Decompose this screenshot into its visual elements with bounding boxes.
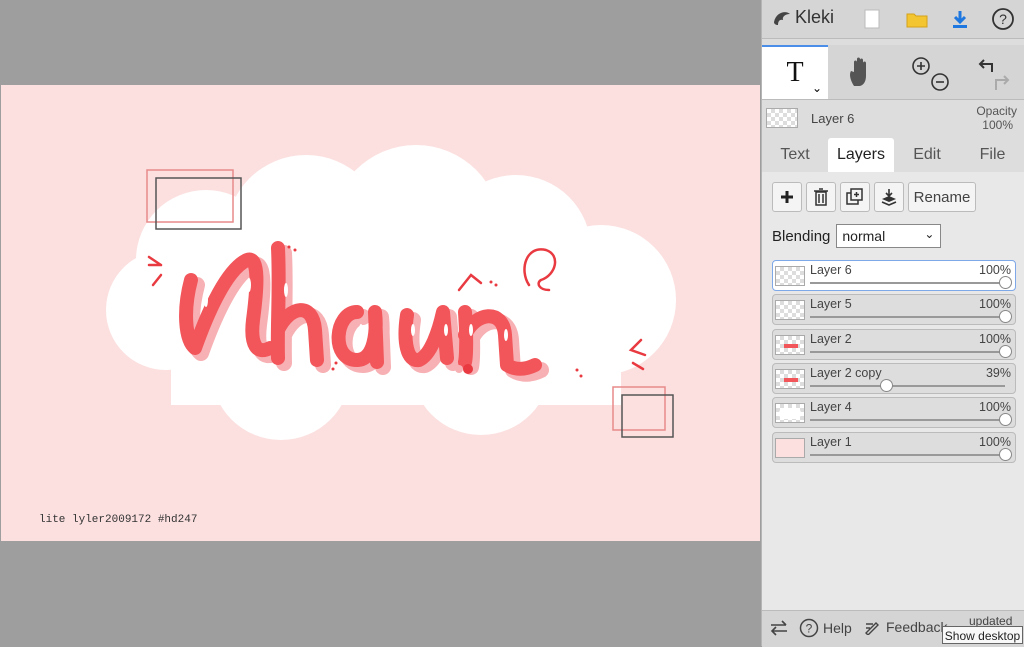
tab-text[interactable]: Text (762, 138, 828, 172)
help-icon[interactable]: ? (990, 6, 1016, 32)
open-folder-icon[interactable] (904, 6, 930, 32)
canvas-workspace[interactable]: lite lyler2009172 #hd247 (0, 0, 761, 646)
layer-thumbnail (775, 403, 805, 424)
kleki-logo[interactable]: Kleki (772, 7, 834, 28)
tab-edit[interactable]: Edit (894, 138, 960, 172)
undo-redo-icon (978, 59, 1009, 90)
blending-value: normal (842, 228, 886, 244)
chevron-down-icon: ⌄ (811, 81, 822, 95)
undo-redo-tools[interactable] (960, 45, 1024, 99)
opacity-value: 100% (982, 118, 1013, 132)
layer-opacity: 39% (985, 365, 1011, 380)
opacity-label: Opacity (976, 104, 1017, 118)
layer-name: Layer 6 (810, 263, 852, 277)
layer-opacity: 100% (979, 400, 1011, 415)
svg-text:?: ? (806, 622, 813, 636)
svg-text:?: ? (999, 11, 1007, 27)
duplicate-icon (846, 188, 863, 205)
layer-thumbnail (775, 368, 805, 389)
opacity-slider-track[interactable] (810, 316, 1005, 319)
layer-name: Layer 2 copy (810, 365, 882, 380)
opacity-slider-track[interactable] (810, 350, 1005, 353)
opacity-slider-track[interactable] (810, 453, 1005, 456)
opacity-slider-handle[interactable] (999, 344, 1012, 358)
add-layer-button[interactable] (772, 182, 802, 212)
layer-opacity: 100% (979, 263, 1011, 277)
feedback-icon (865, 622, 879, 635)
layer-name: Layer 4 (810, 400, 852, 415)
zoom-tools[interactable] (894, 45, 960, 99)
layer-row[interactable]: Layer 5 100% (772, 294, 1016, 326)
layer-thumbnail (775, 300, 805, 321)
layer-opacity: 100% (979, 331, 1011, 346)
layer-thumbnail (775, 334, 805, 355)
app-name: Kleki (795, 7, 835, 27)
blending-control: Blending normal ⌄ (772, 224, 942, 248)
opacity-slider-track[interactable] (810, 282, 1005, 284)
opacity-slider-handle[interactable] (999, 413, 1012, 427)
merge-down-icon (881, 189, 897, 206)
swap-sides-icon[interactable] (768, 619, 790, 640)
layer-row[interactable]: Layer 2 100% (772, 328, 1016, 360)
opacity-slider-handle[interactable] (999, 447, 1012, 461)
tab-file[interactable]: File (960, 138, 1024, 172)
layers-panel: Rename Blending normal ⌄ Layer 6 100% Laye… (762, 172, 1024, 610)
zoom-in-out-icon (912, 57, 949, 91)
layer-name: Layer 5 (810, 297, 852, 312)
current-layer-info: Layer 6 Opacity 100% (762, 102, 1024, 134)
layer-row[interactable]: Layer 4 100% (772, 397, 1016, 429)
sidebar: Kleki ? T ⌄ Layer 6 Opacity 100% Text La… (761, 0, 1024, 647)
help-circle-icon: ? (799, 618, 819, 638)
hand-icon (850, 57, 866, 86)
text-tool-glyph: T (786, 57, 804, 88)
download-icon[interactable] (947, 6, 973, 32)
duplicate-layer-button[interactable] (840, 182, 870, 212)
delete-layer-button[interactable] (806, 182, 836, 212)
layer-thumbnail (775, 437, 805, 458)
artwork: lite lyler2009172 #hd247 (39, 145, 676, 526)
blending-label: Blending (772, 227, 831, 245)
top-bar: Kleki ? (762, 0, 1024, 39)
current-layer-name: Layer 6 (811, 111, 855, 126)
current-layer-thumbnail (766, 108, 798, 128)
show-desktop-tooltip: Show desktop (942, 626, 1023, 644)
tab-layers[interactable]: Layers (828, 138, 894, 172)
new-file-icon[interactable] (859, 6, 885, 32)
drawing-canvas[interactable]: lite lyler2009172 #hd247 (1, 85, 760, 541)
help-button[interactable]: ? Help (799, 618, 852, 638)
opacity-slider-handle[interactable] (999, 276, 1012, 289)
layer-opacity: 100% (979, 297, 1011, 312)
layer-row[interactable]: Layer 2 copy 39% (772, 362, 1016, 394)
layer-row[interactable]: Layer 6 100% (772, 260, 1016, 291)
merge-down-button[interactable] (874, 182, 904, 212)
feedback-button[interactable]: Feedback (864, 619, 947, 635)
hand-tool[interactable] (828, 45, 894, 99)
opacity-slider-handle[interactable] (999, 310, 1012, 324)
trash-icon (814, 188, 828, 206)
plus-icon (781, 191, 793, 203)
layer-thumbnail (775, 266, 805, 286)
panel-tabs: Text Layers Edit File (762, 138, 1024, 172)
layer-opacity: 100% (979, 434, 1011, 449)
layer-name: Layer 2 (810, 331, 852, 346)
watermark-text: lite lyler2009172 #hd247 (39, 514, 197, 526)
blending-select[interactable]: normal ⌄ (836, 224, 942, 248)
text-tool[interactable]: T ⌄ (762, 45, 828, 99)
opacity-slider-track[interactable] (810, 384, 1005, 387)
chevron-down-icon: ⌄ (924, 227, 935, 241)
kleki-bird-icon (774, 11, 790, 25)
help-label: Help (823, 620, 852, 636)
opacity-slider-handle[interactable] (880, 378, 894, 392)
rename-layer-button[interactable]: Rename (908, 182, 976, 212)
feedback-label: Feedback (886, 619, 948, 635)
tool-bar: T ⌄ (762, 45, 1024, 100)
layer-name: Layer 1 (810, 434, 852, 449)
layer-row[interactable]: Layer 1 100% (772, 431, 1016, 463)
opacity-slider-track[interactable] (810, 419, 1005, 422)
